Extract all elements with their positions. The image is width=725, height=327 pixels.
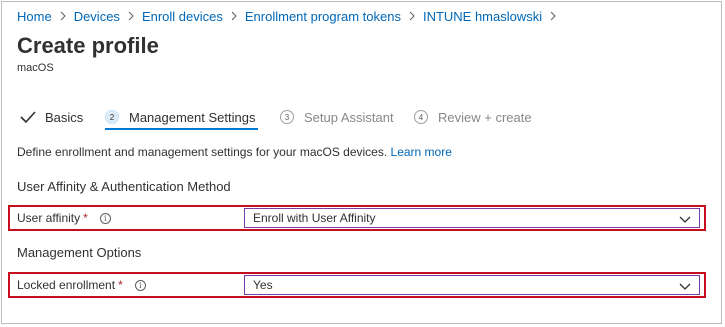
locked-enrollment-dropdown[interactable]: Yes [244, 275, 700, 295]
description: Define enrollment and management setting… [17, 145, 452, 159]
breadcrumb-enrollment-program-tokens[interactable]: Enrollment program tokens [245, 9, 401, 24]
chevron-right-icon [550, 11, 556, 21]
info-icon[interactable]: i [134, 279, 146, 291]
chevron-right-icon [409, 11, 415, 21]
step-basics[interactable]: Basics [20, 107, 83, 127]
chevron-down-icon [679, 213, 691, 227]
page-subtitle: macOS [17, 62, 54, 74]
breadcrumb-devices[interactable]: Devices [74, 9, 120, 24]
step-label: Management Settings [129, 109, 256, 125]
user-affinity-label: User affinity * i [17, 211, 111, 225]
field-label-text: Locked enrollment [17, 278, 116, 292]
step-setup-assistant[interactable]: 3 Setup Assistant [280, 107, 394, 127]
step-management-settings[interactable]: 2 Management Settings [105, 107, 255, 127]
learn-more-link[interactable]: Learn more [391, 145, 452, 159]
required-marker: * [83, 211, 88, 225]
chevron-right-icon [60, 11, 66, 21]
dropdown-value: Enroll with User Affinity [253, 211, 376, 225]
locked-enrollment-label: Locked enrollment * i [17, 278, 146, 292]
dropdown-value: Yes [253, 278, 273, 292]
user-affinity-dropdown[interactable]: Enroll with User Affinity [244, 208, 700, 228]
chevron-right-icon [128, 11, 134, 21]
step-number: 2 [105, 110, 119, 124]
info-icon[interactable]: i [99, 212, 111, 224]
field-label-text: User affinity [17, 211, 81, 225]
chevron-down-icon [679, 280, 691, 294]
required-marker: * [118, 278, 123, 292]
breadcrumb-token[interactable]: INTUNE hmaslowski [423, 9, 542, 24]
step-label: Review + create [438, 109, 532, 125]
breadcrumb-home[interactable]: Home [17, 9, 52, 24]
chevron-right-icon [231, 11, 237, 21]
checkmark-icon [20, 111, 36, 123]
section-heading-auth: User Affinity & Authentication Method [17, 179, 231, 194]
page-title: Create profile [17, 33, 159, 58]
section-heading-management: Management Options [17, 245, 142, 260]
breadcrumb: Home Devices Enroll devices Enrollment p… [17, 8, 564, 24]
active-step-indicator [105, 128, 258, 130]
step-review-create[interactable]: 4 Review + create [414, 107, 532, 127]
step-number: 4 [414, 110, 428, 124]
description-text: Define enrollment and management setting… [17, 145, 388, 159]
step-label: Setup Assistant [304, 109, 394, 125]
step-label: Basics [45, 109, 84, 125]
breadcrumb-enroll-devices[interactable]: Enroll devices [142, 9, 223, 24]
step-number: 3 [280, 110, 294, 124]
